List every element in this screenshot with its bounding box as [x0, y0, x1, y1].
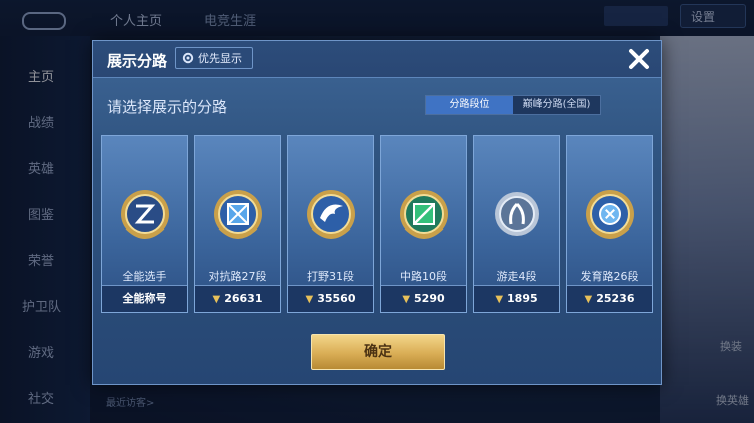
lane-role: 打野31段 [307, 270, 354, 283]
close-icon[interactable] [623, 43, 655, 75]
rank-arrow-icon: ▼ [584, 294, 593, 305]
lane-role: 中路10段 [400, 270, 447, 283]
dialog-header: 展示分路 优先显示 [93, 41, 661, 78]
toggle-lane-rank[interactable]: 分路段位 [426, 96, 513, 114]
lane-stat: ▼ 35560 [288, 285, 373, 312]
farm-lane-emblem-icon [586, 190, 634, 239]
lane-card-farm[interactable]: 发育路26段 ▼ 25236 [566, 135, 653, 313]
toggle-peak-lane[interactable]: 巅峰分路(全国) [513, 96, 600, 114]
lane-role: 全能选手 [122, 270, 167, 283]
lane-stat-value: 全能称号 [122, 292, 167, 305]
gear-icon [182, 52, 194, 64]
jungle-emblem-icon [307, 190, 355, 239]
priority-display-label: 优先显示 [198, 52, 242, 65]
roam-emblem-icon [495, 192, 539, 236]
rank-arrow-icon: ▼ [212, 294, 221, 305]
lane-card-mid[interactable]: 中路10段 ▼ 5290 [380, 135, 467, 313]
lane-card-all-round[interactable]: 全能选手 全能称号 [101, 135, 188, 313]
confirm-button[interactable]: 确定 [311, 334, 445, 370]
lane-stat-value: 26631 [224, 292, 263, 305]
dialog-subtitle: 请选择展示的分路 [107, 98, 228, 116]
dialog-title: 展示分路 [107, 52, 168, 70]
lane-role: 发育路26段 [580, 270, 639, 283]
lane-stat-value: 25236 [596, 292, 635, 305]
lane-cards: 全能选手 全能称号 对抗路27段 ▼ 26631 打野31段 ▼ 35560 中… [101, 135, 653, 313]
priority-display-button[interactable]: 优先显示 [175, 47, 253, 69]
lane-stat: 全能称号 [102, 285, 187, 312]
clash-lane-emblem-icon [214, 190, 262, 239]
lane-stat-value: 35560 [317, 292, 356, 305]
lane-role: 对抗路27段 [208, 270, 267, 283]
lane-stat: ▼ 25236 [567, 285, 652, 312]
lane-stat-value: 5290 [414, 292, 445, 305]
lane-stat: ▼ 1895 [474, 285, 559, 312]
lane-card-jungle[interactable]: 打野31段 ▼ 35560 [287, 135, 374, 313]
lane-card-roam[interactable]: 游走4段 ▼ 1895 [473, 135, 560, 313]
rank-arrow-icon: ▼ [305, 294, 314, 305]
rank-arrow-icon: ▼ [495, 294, 504, 305]
lane-role: 游走4段 [496, 270, 537, 283]
rank-arrow-icon: ▼ [402, 294, 411, 305]
mid-lane-emblem-icon [400, 190, 448, 239]
lane-stat: ▼ 5290 [381, 285, 466, 312]
lane-rank-toggle: 分路段位 巅峰分路(全国) [425, 95, 601, 115]
lane-card-clash[interactable]: 对抗路27段 ▼ 26631 [194, 135, 281, 313]
all-round-emblem-icon [121, 190, 169, 239]
lane-display-dialog: 展示分路 优先显示 请选择展示的分路 分路段位 巅峰分路(全国) 全能选手 全能 [92, 40, 662, 385]
lane-stat-value: 1895 [507, 292, 538, 305]
lane-stat: ▼ 26631 [195, 285, 280, 312]
